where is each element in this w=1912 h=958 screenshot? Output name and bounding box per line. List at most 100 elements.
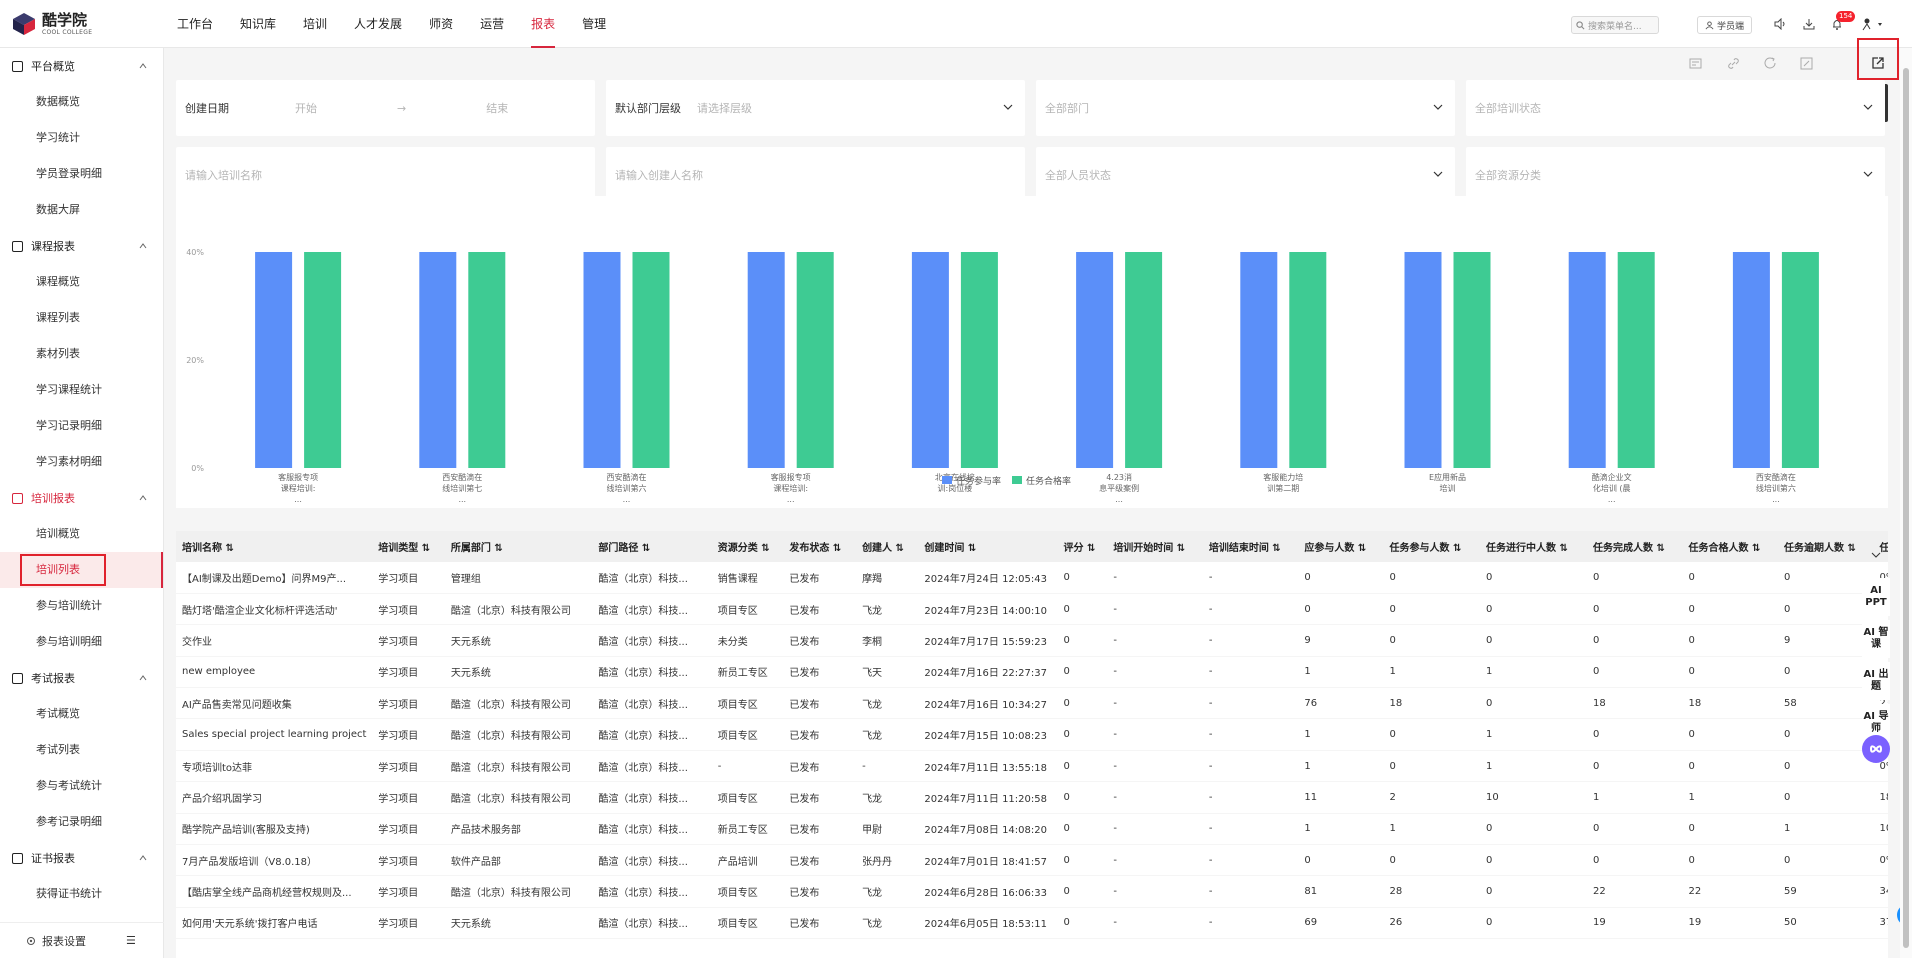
dept-level-select[interactable]: 默认部门层级 请选择层级 — [606, 80, 1025, 136]
nav-item-4[interactable]: 师资 — [422, 0, 460, 48]
sidebar-item-0-1[interactable]: 学习统计 — [0, 120, 163, 156]
menu-search-input[interactable]: 搜索菜单名... — [1571, 16, 1659, 34]
nav-item-2[interactable]: 培训 — [296, 0, 334, 48]
sidebar-item-0-0[interactable]: 数据概览 — [0, 84, 163, 120]
column-header-8[interactable]: 评分 ⇅ — [1057, 531, 1108, 562]
report-settings-button[interactable]: 报表设置 ☰ — [0, 922, 164, 958]
sidebar-item-1-1[interactable]: 课程列表 — [0, 300, 163, 336]
student-side-button[interactable]: 学员端 — [1697, 16, 1752, 34]
sidebar-item-0-3[interactable]: 数据大屏 — [0, 192, 163, 228]
sidebar-item-1-3[interactable]: 学习课程统计 — [0, 372, 163, 408]
table-row[interactable]: 酷灯塔'酷渲企业文化标杆评选活动' 学习项目 酷渲（北京）科技有限公司 酷渲（北京）科… — [176, 593, 1888, 626]
ai-tool-1[interactable]: AI 智课 — [1862, 620, 1890, 658]
training-status-select[interactable]: 全部培训状态 — [1466, 80, 1885, 136]
chevron-up-icon[interactable] — [139, 494, 147, 502]
download-icon[interactable] — [1801, 16, 1817, 32]
sidebar-item-1-2[interactable]: 素材列表 — [0, 336, 163, 372]
x-tick-label: 客服能力培 — [1263, 472, 1303, 482]
ai-tool-0[interactable]: AI PPT — [1862, 578, 1890, 616]
sidebar-item-1-4[interactable]: 学习记录明细 — [0, 408, 163, 444]
sound-icon[interactable] — [1772, 16, 1788, 32]
table-row[interactable]: 酷学院产品培训(客服及支持) 学习项目 产品技术服务部 酷渲（北京）科技... 新员工专… — [176, 813, 1888, 846]
user-avatar-icon[interactable] — [1860, 16, 1884, 32]
column-header-2[interactable]: 所属部门 ⇅ — [444, 531, 593, 562]
sidebar-group-2[interactable]: 培训报表 — [0, 480, 163, 516]
column-header-3[interactable]: 部门路径 ⇅ — [592, 531, 712, 562]
column-header-15[interactable]: 任务合格人数 ⇅ — [1682, 531, 1779, 562]
table-row[interactable]: 7月产品发版培训（V8.0.18） 学习项目 软件产品部 酷渲（北京）科技... 产品培… — [176, 844, 1888, 877]
table-cell: 18 — [1383, 687, 1481, 720]
sidebar-item-3-2[interactable]: 参与考试统计 — [0, 768, 163, 804]
column-header-6[interactable]: 创建人 ⇅ — [856, 531, 919, 562]
column-header-0[interactable]: 培训名称 ⇅ — [176, 531, 373, 562]
start-date-input[interactable]: 开始 — [295, 100, 317, 116]
column-header-1[interactable]: 培训类型 ⇅ — [372, 531, 445, 562]
nav-item-1[interactable]: 知识库 — [233, 0, 283, 48]
page-scrollbar[interactable] — [1900, 48, 1912, 958]
table-row[interactable]: new employee 学习项目 天元系统 酷渲（北京）科技... 新员工专区 已发布飞… — [176, 656, 1888, 689]
sidebar-group-1[interactable]: 课程报表 — [0, 228, 163, 264]
chevron-up-icon[interactable] — [139, 854, 147, 862]
nav-item-5[interactable]: 运营 — [473, 0, 511, 48]
create-date-filter[interactable]: 创建日期 开始 → 结束 — [176, 80, 595, 136]
column-header-10[interactable]: 培训结束时间 ⇅ — [1202, 531, 1299, 562]
sidebar-item-2-0[interactable]: 培训概览 — [0, 516, 163, 552]
collapse-chevron-icon[interactable] — [1862, 550, 1890, 570]
sidebar-item-3-3[interactable]: 参考记录明细 — [0, 804, 163, 840]
table-cell: 已发布 — [783, 907, 857, 940]
refresh-icon[interactable] — [1762, 55, 1778, 71]
sidebar-item-3-1[interactable]: 考试列表 — [0, 732, 163, 768]
sidebar-item-2-1[interactable]: 培训列表 — [0, 552, 163, 588]
column-header-13[interactable]: 任务进行中人数 ⇅ — [1480, 531, 1587, 562]
ai-tool-2[interactable]: AI 出题 — [1862, 662, 1890, 700]
link-icon[interactable] — [1725, 55, 1741, 71]
sidebar-item-3-0[interactable]: 考试概览 — [0, 696, 163, 732]
nav-item-3[interactable]: 人才发展 — [347, 0, 409, 48]
sidebar-group-4[interactable]: 证书报表 — [0, 840, 163, 876]
ai-assistant-icon[interactable] — [1862, 735, 1890, 763]
sidebar-item-4-0[interactable]: 获得证书统计 — [0, 876, 163, 912]
filter-icon[interactable] — [1687, 55, 1703, 71]
department-select[interactable]: 全部部门 — [1036, 80, 1455, 136]
table-row[interactable]: 【AI制课及出题Demo】问界M9产... 学习项目 管理组 酷渲（北京）科技... 销… — [176, 562, 1888, 594]
chevron-up-icon[interactable] — [139, 62, 147, 70]
sidebar-item-1-5[interactable]: 学习素材明细 — [0, 444, 163, 480]
sidebar-group-3[interactable]: 考试报表 — [0, 660, 163, 696]
end-date-input[interactable]: 结束 — [486, 100, 508, 116]
sidebar-item-2-3[interactable]: 参与培训明细 — [0, 624, 163, 660]
column-header-14[interactable]: 任务完成人数 ⇅ — [1586, 531, 1683, 562]
creator-name-input[interactable]: 请输入创建人名称 — [606, 147, 1025, 203]
chevron-up-icon[interactable] — [139, 674, 147, 682]
person-status-select[interactable]: 全部人员状态 — [1036, 147, 1455, 203]
resource-category-select[interactable]: 全部资源分类 — [1466, 147, 1885, 203]
sidebar-item-0-2[interactable]: 学员登录明细 — [0, 156, 163, 192]
sidebar-item-2-2[interactable]: 参与培训统计 — [0, 588, 163, 624]
nav-item-6[interactable]: 报表 — [524, 0, 562, 48]
table-row[interactable]: 【酷店掌全线产品商机经营权规则及... 学习项目 酷渲（北京）科技有限公司 酷渲（北京… — [176, 875, 1888, 908]
table-row[interactable]: 专项培训to达菲 学习项目 酷渲（北京）科技有限公司 酷渲（北京）科技... - 已发布 -… — [176, 750, 1888, 783]
sidebar-group-0[interactable]: 平台概览 — [0, 48, 163, 84]
column-header-16[interactable]: 任务逾期人数 ⇅ — [1778, 531, 1874, 562]
nav-item-0[interactable]: 工作台 — [170, 0, 220, 48]
column-header-12[interactable]: 任务参与人数 ⇅ — [1383, 531, 1481, 562]
fullscreen-icon[interactable] — [1798, 55, 1814, 71]
logo[interactable]: 酷学院 COOL COLLEGE — [12, 10, 92, 38]
column-header-9[interactable]: 培训开始时间 ⇅ — [1107, 531, 1203, 562]
table-row[interactable]: 如何用'天元系统'拨打客户电话 学习项目 天元系统 酷渲（北京）科技... 项目专区 已发… — [176, 907, 1888, 940]
table-row[interactable]: 交作业 学习项目 天元系统 酷渲（北京）科技... 未分类 已发布 李桐 2024年7月17日… — [176, 624, 1888, 657]
sidebar-item-1-0[interactable]: 课程概览 — [0, 264, 163, 300]
column-header-11[interactable]: 应参与人数 ⇅ — [1298, 531, 1384, 562]
table-row[interactable]: 产品介绍巩固学习 学习项目 酷渲（北京）科技有限公司 酷渲（北京）科技... 项目专区已… — [176, 781, 1888, 814]
scrollbar-thumb[interactable] — [1903, 68, 1909, 948]
column-header-7[interactable]: 创建时间 ⇅ — [918, 531, 1058, 562]
table-cell: 飞龙 — [856, 907, 919, 940]
column-header-5[interactable]: 发布状态 ⇅ — [783, 531, 857, 562]
table-cell: 摩羯 — [856, 562, 919, 594]
table-row[interactable]: AI产品售卖常见问题收集 学习项目 酷渲（北京）科技有限公司 酷渲（北京）科技... 项… — [176, 687, 1888, 720]
menu-fold-icon[interactable]: ☰ — [126, 934, 136, 947]
nav-item-7[interactable]: 管理 — [575, 0, 613, 48]
table-row[interactable]: Sales special project learning project 学习… — [176, 718, 1888, 751]
column-header-4[interactable]: 资源分类 ⇅ — [711, 531, 784, 562]
chevron-up-icon[interactable] — [139, 242, 147, 250]
training-name-input[interactable]: 请输入培训名称 — [176, 147, 595, 203]
